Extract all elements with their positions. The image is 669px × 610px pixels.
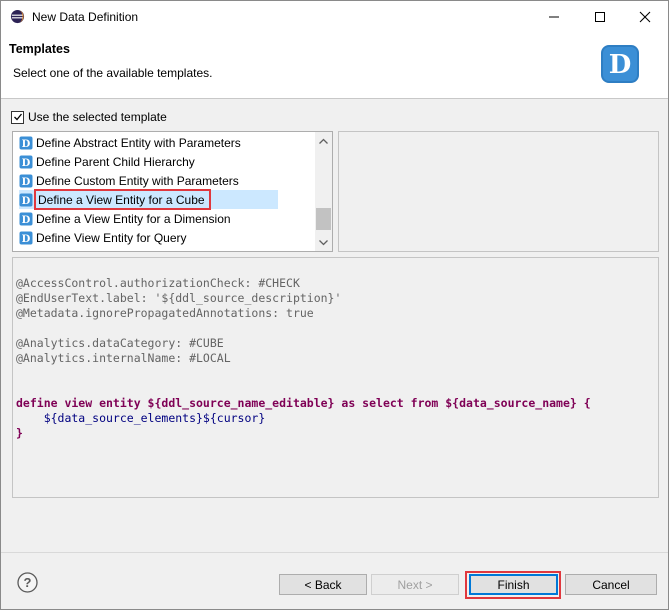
back-button[interactable]: < Back <box>279 574 367 595</box>
template-item-label: Define View Entity for Query <box>36 230 187 245</box>
svg-text:D: D <box>22 234 31 245</box>
code-line-define: define view entity ${ddl_source_name_edi… <box>16 396 591 410</box>
maximize-icon <box>595 11 605 22</box>
use-template-checkbox[interactable] <box>11 110 24 124</box>
scroll-thumb[interactable] <box>316 208 331 230</box>
ddl-template-icon: D <box>19 231 33 245</box>
use-template-checkbox-row[interactable]: Use the selected template <box>11 110 167 124</box>
close-button[interactable] <box>622 1 668 32</box>
code-line: @Analytics.dataCategory: #CUBE <box>16 336 224 350</box>
template-item[interactable]: D Define Custom Entity with Parameters <box>19 171 239 190</box>
ddl-template-icon: D <box>19 174 33 188</box>
maximize-button[interactable] <box>577 1 623 32</box>
ddl-template-icon: D <box>19 193 33 207</box>
template-item-label: Define a View Entity for a Cube <box>34 189 211 210</box>
code-line: } <box>16 426 23 440</box>
ddl-template-icon: D <box>19 212 33 226</box>
data-definition-logo-icon: D <box>601 45 639 83</box>
wizard-header: Templates Select one of the available te… <box>1 32 668 99</box>
dialog-window: New Data Definition Templates Select one… <box>0 0 669 610</box>
code-line: @Analytics.internalName: #LOCAL <box>16 351 231 365</box>
close-icon <box>639 11 651 22</box>
code-line: @EndUserText.label: '${ddl_source_descri… <box>16 291 342 305</box>
template-code-preview: @AccessControl.authorizationCheck: #CHEC… <box>12 257 659 498</box>
template-list-scrollbar[interactable] <box>315 132 332 251</box>
help-glyph: ? <box>24 575 32 590</box>
help-icon[interactable]: ? <box>17 572 38 593</box>
template-item-label: Define Parent Child Hierarchy <box>36 154 195 169</box>
code-line: @Metadata.ignorePropagatedAnnotations: t… <box>16 306 314 320</box>
minimize-button[interactable] <box>531 1 577 32</box>
logo-letter: D <box>609 50 632 80</box>
page-title: Templates <box>9 42 70 56</box>
checkmark-icon <box>13 113 22 121</box>
minimize-icon <box>549 16 559 17</box>
page-description: Select one of the available templates. <box>13 66 213 80</box>
template-preview-panel <box>338 131 659 252</box>
template-item-label: Define a View Entity for a Dimension <box>36 211 231 226</box>
code-line: ${data_source_elements}${cursor} <box>16 411 266 425</box>
svg-text:D: D <box>22 158 31 169</box>
svg-text:D: D <box>22 139 31 150</box>
next-button[interactable]: Next > <box>371 574 459 595</box>
scroll-down-button[interactable] <box>315 234 332 251</box>
footer-divider <box>1 552 668 553</box>
template-item[interactable]: D Define View Entity for Query <box>19 228 187 247</box>
ddl-template-icon: D <box>19 136 33 150</box>
template-item[interactable]: D Define a View Entity for a Dimension <box>19 209 231 228</box>
finish-button[interactable]: Finish <box>469 574 558 595</box>
template-item-selected[interactable]: D Define a View Entity for a Cube <box>19 189 278 210</box>
cancel-button[interactable]: Cancel <box>565 574 657 595</box>
scroll-up-button[interactable] <box>315 132 332 149</box>
use-template-label: Use the selected template <box>28 110 167 124</box>
window-title: New Data Definition <box>32 10 139 24</box>
code-line: @AccessControl.authorizationCheck: #CHEC… <box>16 276 300 290</box>
template-item[interactable]: D Define Parent Child Hierarchy <box>19 152 195 171</box>
svg-text:D: D <box>22 177 31 188</box>
template-list[interactable]: D Define Abstract Entity with Parameters… <box>12 131 333 252</box>
chevron-down-icon <box>319 239 328 245</box>
template-item[interactable]: D Define Abstract Entity with Parameters <box>19 133 241 152</box>
title-bar: New Data Definition <box>1 1 668 32</box>
template-item-label: Define Custom Entity with Parameters <box>36 173 239 188</box>
ddl-template-icon: D <box>19 155 33 169</box>
template-item-label: Define Abstract Entity with Parameters <box>36 135 241 150</box>
chevron-up-icon <box>319 138 328 144</box>
eclipse-icon <box>10 9 25 24</box>
svg-text:D: D <box>22 215 31 226</box>
svg-text:D: D <box>22 196 31 207</box>
